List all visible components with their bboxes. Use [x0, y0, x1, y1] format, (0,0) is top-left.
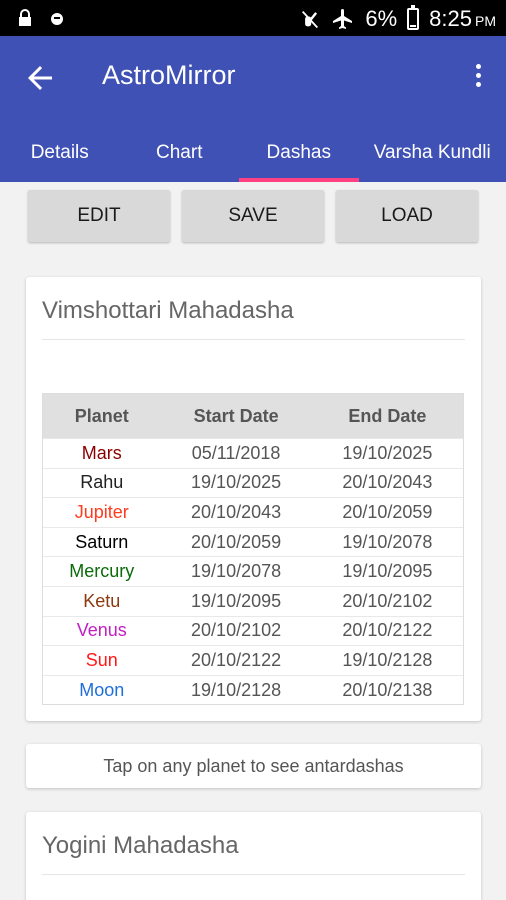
- header-end-date: End Date: [348, 405, 427, 426]
- battery-icon: [407, 5, 420, 30]
- planet-name[interactable]: Jupiter: [43, 502, 160, 523]
- yogini-title: Yogini Mahadasha: [42, 832, 239, 859]
- header-start-date: Start Date: [193, 405, 279, 426]
- start-date: 20/10/2102: [191, 620, 282, 641]
- mute-icon: [302, 11, 319, 29]
- airplane-icon: [333, 9, 353, 29]
- tab-details[interactable]: Details: [0, 124, 120, 182]
- header-planet: Planet: [74, 405, 129, 426]
- end-date: 20/10/2138: [342, 679, 433, 700]
- start-date: 19/10/2078: [191, 561, 282, 582]
- table-row[interactable]: Ketu 19/10/2095 20/10/2102: [43, 585, 463, 616]
- clock: 8:25 PM: [429, 6, 496, 31]
- end-date: 20/10/2043: [342, 472, 433, 493]
- vimshottari-card: Vimshottari Mahadasha Planet Start Date …: [26, 277, 481, 721]
- table-row[interactable]: Jupiter 20/10/2043 20/10/2059: [43, 497, 463, 527]
- edit-button[interactable]: EDIT: [28, 190, 170, 242]
- action-buttons: EDIT SAVE LOAD: [28, 190, 478, 242]
- divider: [42, 339, 465, 340]
- start-date: 20/10/2122: [191, 649, 282, 670]
- tab-dashas[interactable]: Dashas: [239, 124, 359, 182]
- planet-name[interactable]: Sun: [43, 650, 160, 671]
- app-title: AstroMirror: [102, 60, 236, 90]
- table-header: Planet Start Date End Date: [43, 394, 463, 438]
- table-row[interactable]: Mercury 19/10/2078 19/10/2095: [43, 556, 463, 586]
- divider: [42, 874, 465, 875]
- planet-name[interactable]: Mars: [43, 443, 160, 464]
- planet-name[interactable]: Saturn: [43, 532, 160, 553]
- planet-name[interactable]: Moon: [43, 680, 160, 701]
- table-row[interactable]: Saturn 20/10/2059 19/10/2078: [43, 526, 463, 557]
- app-bar: AstroMirror Details Chart Dashas Varsha …: [0, 36, 506, 182]
- tab-bar: Details Chart Dashas Varsha Kundli: [0, 124, 506, 182]
- antardasha-hint: Tap on any planet to see antardashas: [26, 744, 481, 788]
- end-date: 19/10/2095: [342, 561, 433, 582]
- end-date: 20/10/2122: [342, 620, 433, 641]
- table-row[interactable]: Sun 20/10/2122 19/10/2128: [43, 645, 463, 675]
- lock-icon: [19, 9, 31, 26]
- start-date: 05/11/2018: [191, 442, 281, 463]
- end-date: 19/10/2025: [342, 442, 433, 463]
- planet-name[interactable]: Rahu: [43, 472, 160, 493]
- dasha-table: Planet Start Date End Date Mars 05/11/201…: [42, 393, 464, 706]
- table-row[interactable]: Moon 19/10/2128 20/10/2138: [43, 674, 463, 705]
- planet-name[interactable]: Ketu: [43, 591, 160, 612]
- end-date: 20/10/2059: [342, 501, 433, 522]
- start-date: 19/10/2025: [191, 472, 282, 493]
- table-row[interactable]: Rahu 19/10/2025 20/10/2043: [43, 467, 463, 498]
- load-button[interactable]: LOAD: [336, 190, 478, 242]
- planet-name[interactable]: Venus: [43, 620, 160, 641]
- table-row[interactable]: Mars 05/11/2018 19/10/2025: [43, 438, 463, 468]
- save-button[interactable]: SAVE: [182, 190, 324, 242]
- yogini-card: Yogini Mahadasha: [26, 812, 481, 900]
- vimshottari-title: Vimshottari Mahadasha: [42, 297, 294, 324]
- start-date: 20/10/2059: [191, 531, 282, 552]
- status-bar: 6% 8:25 PM: [0, 0, 506, 36]
- battery-percent: 6%: [365, 6, 398, 31]
- start-date: 19/10/2128: [191, 679, 282, 700]
- end-date: 19/10/2128: [342, 649, 433, 670]
- more-vert-icon[interactable]: [468, 60, 488, 96]
- tab-chart[interactable]: Chart: [120, 124, 240, 182]
- end-date: 20/10/2102: [342, 590, 433, 611]
- planet-name[interactable]: Mercury: [43, 561, 160, 582]
- end-date: 19/10/2078: [342, 531, 433, 552]
- arrow-back-icon[interactable]: [22, 60, 58, 96]
- start-date: 20/10/2043: [191, 501, 282, 522]
- table-row[interactable]: Venus 20/10/2102 20/10/2122: [43, 615, 463, 646]
- tab-varsha-kundli[interactable]: Varsha Kundli: [359, 124, 506, 182]
- start-date: 19/10/2095: [191, 590, 282, 611]
- debug-icon: [51, 13, 63, 25]
